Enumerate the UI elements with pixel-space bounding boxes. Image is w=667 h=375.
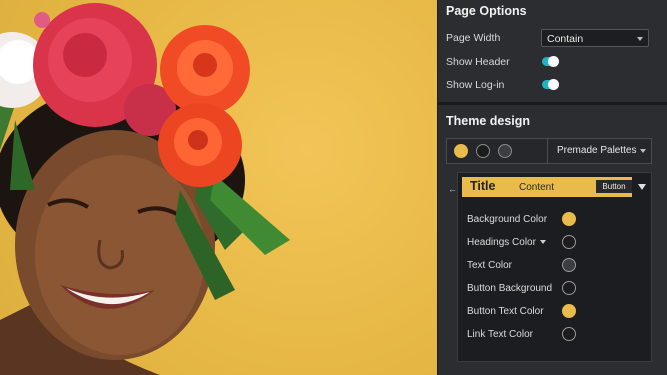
theme-design-heading: Theme design [446,114,531,128]
button-background-label: Button Background [467,283,553,294]
preview-title: Title [470,179,496,193]
page-options-heading: Page Options [446,4,527,18]
hero-photo-illustration [0,3,290,375]
settings-panel: Page Options Page Width Contain Show Hea… [437,0,667,375]
chevron-down-icon [640,149,646,153]
page-width-label: Page Width [446,32,501,44]
text-color-label: Text Color [467,260,513,271]
link-text-color-swatch[interactable] [562,327,576,341]
palette-dot-black[interactable] [476,144,490,158]
button-text-color-swatch[interactable] [562,304,576,318]
palette-separator [547,139,548,163]
headings-color-swatch[interactable] [562,235,576,249]
preview-content: Content [519,182,555,193]
palette-dot-gray[interactable] [498,144,512,158]
show-header-label: Show Header [446,56,510,68]
section-divider [438,102,667,105]
theme-preview: Title Content Button [462,177,632,197]
chevron-down-icon [637,37,643,41]
premade-palettes-dropdown[interactable]: Premade Palettes [557,139,637,163]
preview-button: Button [596,180,632,193]
preview-expand-icon[interactable] [638,184,646,190]
theme-card: Title Content Button Background Color He… [457,172,652,362]
page-width-value: Contain [547,33,584,45]
premade-palettes-label: Premade Palettes [557,145,637,156]
headings-color-text: Headings Color [467,237,536,248]
headings-color-label[interactable]: Headings Color [467,237,546,248]
collapse-arrow-icon[interactable]: ← [448,184,457,194]
show-header-toggle[interactable] [542,56,559,67]
background-color-label: Background Color [467,214,548,225]
button-background-swatch[interactable] [562,281,576,295]
show-login-label: Show Log-in [446,79,505,91]
link-text-color-label: Link Text Color [467,329,533,340]
page-width-select[interactable]: Contain [541,29,649,47]
show-login-toggle[interactable] [542,79,559,90]
hero-photo [0,0,437,375]
palette-dot-yellow[interactable] [454,144,468,158]
background-color-swatch[interactable] [562,212,576,226]
palette-selector: Premade Palettes [446,138,652,164]
chevron-down-icon [539,240,546,245]
text-color-swatch[interactable] [562,258,576,272]
button-text-color-label: Button Text Color [467,306,544,317]
